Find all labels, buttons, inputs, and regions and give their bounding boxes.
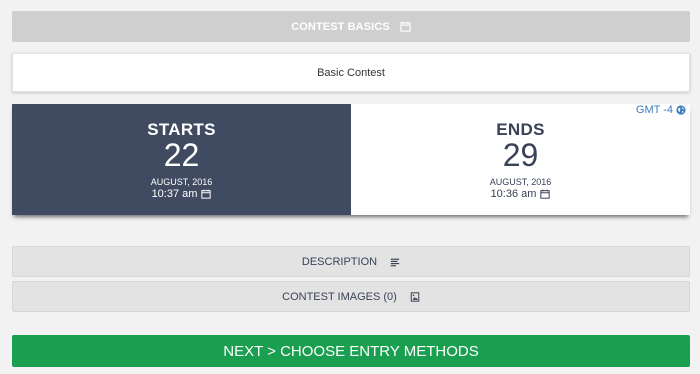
start-date-panel[interactable]: STARTS 22 AUGUST, 2016 10:37 am [12, 104, 351, 215]
timezone-selector[interactable]: GMT -4 [636, 104, 686, 116]
text-lines-icon [390, 258, 400, 266]
timezone-label: GMT -4 [635, 104, 673, 116]
calendar-icon [201, 189, 212, 199]
next-choose-entry-methods-button[interactable]: NEXT > CHOOSE ENTRY METHODS [12, 335, 690, 367]
start-month-year: AUGUST, 2016 [150, 177, 213, 187]
end-day: 29 [502, 137, 539, 173]
contest-basics-title: CONTEST BASICS [291, 20, 390, 33]
contest-name-field[interactable]: Basic Contest [12, 53, 690, 92]
start-time-value: 10:37 am [151, 188, 198, 200]
contest-images-button[interactable]: CONTEST IMAGES (0) [12, 281, 690, 312]
start-time: 10:37 am [152, 188, 212, 200]
end-month-year: AUGUST, 2016 [489, 177, 552, 187]
contest-images-label: CONTEST IMAGES (0) [282, 290, 397, 303]
contest-basics-header[interactable]: CONTEST BASICS [12, 11, 690, 42]
contest-dates: STARTS 22 AUGUST, 2016 10:37 am GMT -4 E… [12, 104, 690, 215]
end-time-value: 10:36 am [490, 188, 537, 200]
image-icon [410, 291, 420, 302]
contest-form: CONTEST BASICS Basic Contest STARTS 22 A… [0, 0, 700, 374]
calendar-icon [540, 189, 551, 199]
contest-name-value: Basic Contest [317, 66, 385, 79]
end-date-panel[interactable]: GMT -4 ENDS 29 AUGUST, 2016 10:36 am [351, 104, 690, 215]
calendar-icon [400, 21, 411, 32]
next-button-label: NEXT > CHOOSE ENTRY METHODS [223, 342, 479, 360]
globe-icon [676, 105, 686, 115]
description-button[interactable]: DESCRIPTION [12, 246, 690, 277]
end-time: 10:36 am [491, 188, 551, 200]
description-label: DESCRIPTION [301, 255, 378, 268]
start-day: 22 [163, 137, 200, 173]
